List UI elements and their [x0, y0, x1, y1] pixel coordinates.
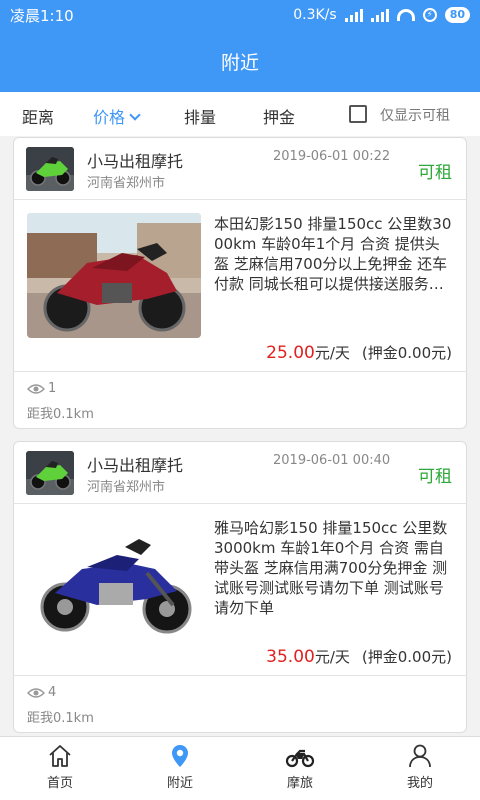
user-icon	[409, 744, 431, 768]
shop-name: 小马出租摩托	[87, 456, 184, 475]
listing-card[interactable]: 小马出租摩托 河南省郑州市 2019-06-01 00:22 可租 本田幻影15…	[13, 137, 467, 429]
listing-description: 本田幻影150 排量150cc 公里数3000km 车龄0年1个月 合资 提供头…	[214, 215, 452, 293]
status-icons: 0.3K/s ⚡ 80	[293, 7, 470, 23]
tab-mine[interactable]: 我的	[360, 737, 480, 800]
tab-home-label: 首页	[46, 776, 73, 791]
price-unit: 元/天	[314, 344, 350, 362]
filter-displacement[interactable]: 排量	[184, 104, 216, 128]
network-speed: 0.3K/s	[293, 7, 337, 23]
shop-location: 河南省郑州市	[87, 176, 166, 191]
price-value: 25.00	[266, 343, 315, 363]
motorcycle-photo	[27, 517, 201, 642]
distance-label: 距我0.1km	[27, 407, 94, 422]
tab-bar: 首页 附近 摩旅 我的	[0, 736, 480, 800]
listing-card[interactable]: 小马出租摩托 河南省郑州市 2019-06-01 00:40 可租 雅马哈幻影1…	[13, 441, 467, 733]
eye-icon	[27, 383, 45, 394]
listing-body: 雅马哈幻影150 排量150cc 公里数3000km 车龄1年0个月 合资 需自…	[14, 504, 466, 676]
tab-ride-label: 摩旅	[286, 776, 313, 791]
filter-price[interactable]: 价格	[93, 104, 141, 128]
tab-home[interactable]: 首页	[0, 737, 120, 800]
eye-icon	[27, 687, 45, 698]
only-rentable-label[interactable]: 仅显示可租	[380, 105, 450, 125]
listing-description: 雅马哈幻影150 排量150cc 公里数3000km 车龄1年0个月 合资 需自…	[214, 519, 448, 617]
listing-footer: 4 距我0.1km	[14, 676, 466, 732]
listing-footer: 1 距我0.1km	[14, 372, 466, 428]
deposit-value: (押金0.00元)	[361, 344, 452, 362]
price-unit: 元/天	[314, 648, 350, 666]
filter-distance[interactable]: 距离	[22, 104, 54, 128]
status-bar: 凌晨1:10 0.3K/s ⚡ 80	[0, 0, 480, 30]
battery-icon: 80	[444, 7, 470, 23]
tab-ride[interactable]: 摩旅	[240, 737, 360, 800]
view-count-value: 1	[48, 381, 57, 396]
motorcycle-photo	[27, 213, 201, 338]
title-bar: 附近	[0, 30, 480, 92]
filter-bar: 距离 价格 排量 押金 仅显示可租	[0, 92, 480, 136]
view-count-value: 4	[48, 685, 57, 700]
page-title: 附近	[220, 51, 259, 74]
listing-date: 2019-06-01 00:22	[273, 149, 391, 164]
motorcycle-icon	[285, 749, 315, 768]
status-badge: 可租	[418, 467, 452, 487]
shop-avatar	[26, 147, 74, 191]
filter-deposit[interactable]: 押金	[263, 104, 295, 128]
deposit-value: (押金0.00元)	[361, 648, 452, 666]
tab-mine-label: 我的	[406, 776, 433, 791]
listing-header: 小马出租摩托 河南省郑州市 2019-06-01 00:22 可租	[14, 138, 466, 200]
wifi-icon	[396, 9, 415, 21]
home-icon	[49, 745, 71, 767]
status-time: 凌晨1:10	[10, 6, 74, 25]
filter-price-label: 价格	[93, 108, 126, 127]
listing-date: 2019-06-01 00:40	[273, 453, 391, 468]
signal-icon	[344, 8, 363, 22]
location-pin-icon	[172, 745, 188, 767]
price-row: 25.00元/天 (押金0.00元)	[266, 342, 452, 363]
status-badge: 可租	[418, 163, 452, 183]
tab-nearby-label: 附近	[166, 776, 193, 791]
signal-2-icon	[370, 8, 389, 22]
listing-body: 本田幻影150 排量150cc 公里数3000km 车龄0年1个月 合资 提供头…	[14, 200, 466, 372]
distance-label: 距我0.1km	[27, 711, 94, 726]
view-count: 1	[27, 381, 56, 396]
price-row: 35.00元/天 (押金0.00元)	[266, 646, 452, 667]
shop-location: 河南省郑州市	[87, 480, 166, 495]
shop-avatar	[26, 451, 74, 495]
listing-header: 小马出租摩托 河南省郑州市 2019-06-01 00:40 可租	[14, 442, 466, 504]
view-count: 4	[27, 685, 56, 700]
only-rentable-checkbox[interactable]	[349, 105, 367, 123]
tab-nearby[interactable]: 附近	[120, 737, 240, 800]
chevron-down-icon	[129, 109, 141, 121]
price-value: 35.00	[266, 647, 315, 667]
charging-icon: ⚡	[422, 8, 437, 22]
shop-name: 小马出租摩托	[87, 152, 184, 171]
